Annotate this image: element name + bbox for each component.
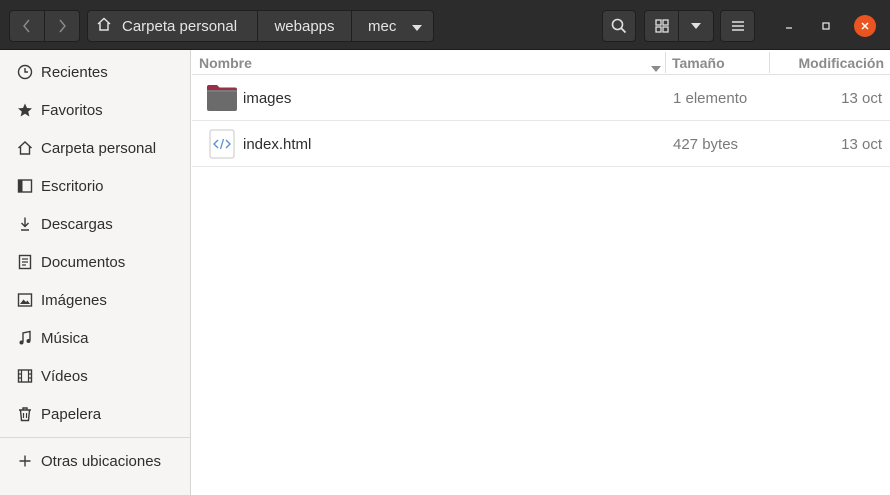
close-button[interactable] — [854, 15, 876, 37]
sidebar-item-papelera[interactable]: Papelera — [0, 396, 190, 432]
sidebar-item-descargas[interactable]: Descargas — [0, 206, 190, 242]
breadcrumb-label: Carpeta personal — [122, 17, 238, 35]
music-icon — [17, 330, 33, 346]
sidebar-item-label: Imágenes — [41, 291, 107, 309]
html-file-icon — [206, 129, 238, 159]
sidebar-item-carpeta-personal[interactable]: Carpeta personal — [0, 130, 190, 166]
grid-icon — [654, 19, 669, 33]
hamburger-menu-button[interactable] — [720, 10, 755, 42]
breadcrumb-webapps[interactable]: webapps — [258, 10, 352, 42]
minimize-button[interactable] — [778, 15, 800, 37]
sidebar-item-label: Papelera — [41, 405, 102, 423]
sidebar-item-label: Escritorio — [41, 177, 104, 195]
clock-icon — [17, 64, 33, 80]
video-icon — [17, 368, 33, 384]
sidebar-item-label: Música — [41, 329, 89, 347]
maximize-button[interactable] — [815, 15, 837, 37]
home-icon — [96, 16, 112, 36]
column-header-label: Tamaño — [672, 54, 725, 71]
star-icon — [17, 102, 33, 118]
trash-icon — [17, 406, 33, 422]
column-header-label: Modificación — [798, 54, 884, 71]
sidebar-item-imagenes[interactable]: Imágenes — [0, 282, 190, 318]
headerbar: Carpeta personal webapps mec — [0, 0, 890, 50]
breadcrumb-label: webapps — [274, 17, 335, 35]
download-icon — [17, 216, 33, 232]
column-header-size[interactable]: Tamaño — [672, 50, 768, 75]
grid-view-button[interactable] — [644, 10, 679, 42]
sidebar-item-label: Favoritos — [41, 101, 103, 119]
hamburger-icon — [731, 21, 744, 31]
sidebar-item-label: Descargas — [41, 215, 113, 233]
column-header: Nombre Tamaño Modificación — [192, 50, 890, 75]
sidebar-item-otras-ubicaciones[interactable]: Otras ubicaciones — [0, 443, 190, 479]
forward-button[interactable] — [44, 10, 80, 42]
file-modified: 13 oct — [841, 89, 882, 107]
caret-down-icon — [691, 23, 701, 29]
document-icon — [17, 254, 33, 270]
view-options-button[interactable] — [678, 10, 714, 42]
chevron-right-icon — [59, 19, 66, 33]
desktop-icon — [17, 178, 33, 194]
chevron-left-icon — [23, 19, 30, 33]
sidebar: Recientes Favoritos Carpeta personal Esc… — [0, 50, 191, 495]
file-size: 1 elemento — [673, 89, 748, 107]
sidebar-item-label: Carpeta personal — [41, 139, 157, 157]
file-row[interactable]: images 1 elemento 13 oct — [192, 75, 890, 121]
sidebar-item-label: Recientes — [41, 63, 108, 81]
file-list: Nombre Tamaño Modificación images 1 elem… — [192, 50, 890, 495]
breadcrumb: Carpeta personal webapps mec — [87, 10, 434, 42]
sidebar-item-recientes[interactable]: Recientes — [0, 54, 190, 90]
sort-descending-icon — [651, 59, 661, 75]
column-header-name[interactable]: Nombre — [199, 50, 665, 75]
column-header-modified[interactable]: Modificación — [770, 50, 884, 75]
close-icon — [861, 22, 869, 30]
plus-icon — [17, 453, 33, 469]
caret-down-icon — [412, 18, 423, 35]
folder-icon — [206, 83, 238, 113]
picture-icon — [17, 292, 33, 308]
sidebar-divider — [0, 437, 190, 438]
file-size: 427 bytes — [673, 135, 739, 153]
minimize-icon — [786, 27, 792, 29]
sidebar-item-escritorio[interactable]: Escritorio — [0, 168, 190, 204]
breadcrumb-home[interactable]: Carpeta personal — [87, 10, 258, 42]
search-button[interactable] — [602, 10, 636, 42]
sidebar-item-favoritos[interactable]: Favoritos — [0, 92, 190, 128]
sidebar-item-videos[interactable]: Vídeos — [0, 358, 190, 394]
sidebar-item-documentos[interactable]: Documentos — [0, 244, 190, 280]
home-icon — [17, 140, 33, 156]
sidebar-item-label: Otras ubicaciones — [41, 452, 162, 470]
maximize-icon — [822, 22, 830, 30]
sidebar-item-label: Documentos — [41, 253, 126, 271]
search-icon — [611, 18, 627, 34]
back-button[interactable] — [9, 10, 45, 42]
breadcrumb-label: mec — [368, 17, 397, 35]
sidebar-item-label: Vídeos — [41, 367, 88, 385]
file-name: index.html — [243, 135, 312, 153]
column-separator — [665, 52, 666, 73]
breadcrumb-mec[interactable]: mec — [352, 10, 434, 42]
file-modified: 13 oct — [841, 135, 882, 153]
file-name: images — [243, 89, 292, 107]
file-row[interactable]: index.html 427 bytes 13 oct — [192, 121, 890, 167]
sidebar-item-musica[interactable]: Música — [0, 320, 190, 356]
column-header-label: Nombre — [199, 54, 252, 71]
file-manager-window: Carpeta personal webapps mec Recientes F… — [0, 0, 890, 495]
